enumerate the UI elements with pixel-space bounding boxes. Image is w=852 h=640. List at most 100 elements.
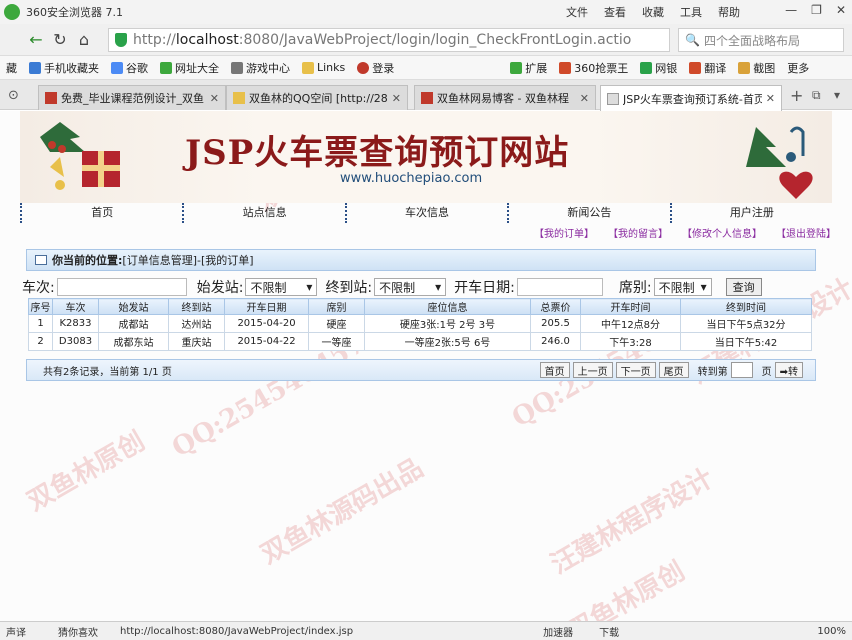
fav-item[interactable]: 更多 [781, 60, 815, 76]
tab-1[interactable]: 免费_毕业课程范例设计_双鱼 ✕ [38, 85, 226, 110]
nav-stations[interactable]: 站点信息 [182, 203, 344, 223]
tab-3[interactable]: 双鱼林网易博客 - 双鱼林程 ✕ [414, 85, 596, 110]
close-icon[interactable]: ✕ [836, 3, 846, 17]
my-orders-link[interactable]: 【我的订单】 [534, 225, 594, 240]
fav-item[interactable]: 手机收藏夹 [23, 60, 105, 76]
end-station-label: 终到站: [325, 280, 373, 296]
address-bar: ← ↻ ⌂ http://localhost:8080/JavaWebProje… [0, 24, 852, 56]
menu-favorites[interactable]: 收藏 [634, 4, 672, 20]
fav-item[interactable]: Links [296, 61, 351, 74]
seat-select[interactable]: 不限制 ▾ [653, 278, 712, 296]
window-controls: — ❐ ✕ [785, 3, 846, 17]
gamepad-icon [231, 61, 243, 74]
google-icon [111, 61, 123, 74]
train-input[interactable] [56, 278, 187, 296]
edit-profile-link[interactable]: 【修改个人信息】 [682, 225, 762, 240]
fav-item[interactable]: 登录 [351, 60, 400, 76]
login-icon [357, 61, 370, 74]
page-icon [45, 92, 57, 104]
home-icon[interactable]: ⌂ [72, 28, 96, 52]
christmas-heart-icon [746, 126, 813, 199]
search-input[interactable]: 🔍 四个全面战略布局 [678, 28, 844, 52]
query-button[interactable]: 查询 [725, 278, 762, 296]
menu-tools[interactable]: 工具 [672, 4, 710, 20]
status-accelerator[interactable]: 加速器 [537, 624, 579, 639]
fav-item[interactable]: 网址大全 [154, 60, 225, 76]
fav-item[interactable]: 截图 [732, 60, 781, 76]
christmas-gift-icon [40, 122, 120, 190]
status-download[interactable]: 下载 [593, 624, 625, 639]
url-input[interactable]: http://localhost:8080/JavaWebProject/log… [108, 28, 670, 52]
watermark: 双鱼林原创 [22, 426, 151, 518]
chevron-down-icon: ▾ [435, 280, 442, 294]
back-icon[interactable]: ← [24, 28, 48, 52]
fav-item[interactable]: 360抢票王 [553, 60, 634, 76]
tab-bar: ⊙ 免费_毕业课程范例设计_双鱼 ✕ 双鱼林的QQ空间 [http://28 ✕… [0, 80, 852, 111]
tab-4-active[interactable]: JSP火车票查询预订系统-首页 ✕ [600, 85, 782, 111]
col-price: 总票价 [530, 298, 581, 315]
chevron-down-icon: ▾ [306, 280, 313, 294]
tab-2[interactable]: 双鱼林的QQ空间 [http://28 ✕ [226, 85, 408, 110]
fav-item[interactable]: 扩展 [504, 60, 553, 76]
chevron-down-icon: ▾ [700, 280, 707, 294]
maximize-icon[interactable]: ❐ [811, 3, 822, 17]
first-page-button[interactable]: 首页 [539, 362, 570, 378]
close-tab-icon[interactable]: ✕ [580, 92, 589, 105]
col-depart-time: 开车时间 [580, 298, 681, 315]
page-number-input[interactable] [730, 362, 753, 378]
browser-menu-bar: 文件 查看 收藏 工具 帮助 [558, 0, 748, 24]
watermark: 汪建林程序设计 [545, 463, 719, 581]
menu-help[interactable]: 帮助 [710, 4, 748, 20]
train-label: 车次: [22, 280, 55, 296]
my-messages-link[interactable]: 【我的留言】 [608, 225, 668, 240]
new-tab-icon[interactable]: + [790, 86, 803, 105]
status-guess[interactable]: 猜你喜欢 [52, 624, 104, 639]
next-page-button[interactable]: 下一页 [615, 362, 656, 378]
nav-register[interactable]: 用户注册 [669, 203, 832, 223]
menu-file[interactable]: 文件 [558, 4, 596, 20]
nav-trains[interactable]: 车次信息 [344, 203, 507, 223]
url-text: http://localhost:8080/JavaWebProject/log… [133, 32, 632, 48]
minimize-icon[interactable]: — [785, 3, 797, 17]
date-input[interactable] [516, 278, 603, 296]
site-title: JSP火车票查询预订网站 [185, 133, 570, 173]
tab-menu-icon[interactable]: ▾ [834, 88, 840, 102]
scissors-icon [738, 61, 751, 74]
close-tab-icon[interactable]: ✕ [766, 92, 775, 105]
fav-item[interactable]: 翻译 [683, 60, 732, 76]
browser-logo-icon [4, 4, 20, 20]
logout-link[interactable]: 【退出登陆】 [776, 225, 836, 240]
fav-item[interactable]: 游戏中心 [225, 60, 296, 76]
prev-page-button[interactable]: 上一页 [572, 362, 613, 378]
browser-titlebar: 360安全浏览器 7.1 文件 查看 收藏 工具 帮助 — ❐ ✕ [0, 0, 852, 24]
table-header-row: 序号 车次 始发站 终到站 开车日期 席别 座位信息 总票价 开车时间 终到时间 [28, 298, 812, 315]
tab-list-icon[interactable]: ⊙ [8, 88, 19, 103]
last-page-button[interactable]: 尾页 [658, 362, 689, 378]
extension-icon [510, 61, 523, 74]
status-translate[interactable]: 声译 [0, 624, 32, 639]
breadcrumb-label: 你当前的位置: [52, 254, 123, 267]
fav-item[interactable]: 谷歌 [105, 60, 154, 76]
close-tab-icon[interactable]: ✕ [210, 92, 219, 105]
nav-news[interactable]: 新闻公告 [507, 203, 669, 223]
user-links: 【我的订单】 【我的留言】 【修改个人信息】 【退出登陆】 [534, 225, 836, 240]
security-shield-icon [115, 33, 127, 47]
go-page-button[interactable]: ➡转 [774, 362, 803, 378]
close-tab-icon[interactable]: ✕ [392, 92, 401, 105]
table-row[interactable]: 1 K2833 成都站 达州站 2015-04-20 硬座 硬座3张:1号 2号… [28, 314, 812, 333]
browser-statusbar: 声译 猜你喜欢 http://localhost:8080/JavaWebPro… [0, 621, 852, 640]
end-station-select[interactable]: 不限制 ▾ [374, 278, 447, 296]
nav-home[interactable]: 首页 [20, 203, 182, 223]
tab-restore-icon[interactable]: ⧉ [812, 88, 821, 103]
status-zoom[interactable]: 100% [811, 626, 852, 637]
menu-view[interactable]: 查看 [596, 4, 634, 20]
fav-item[interactable]: 网银 [634, 60, 683, 76]
browser-title: 360安全浏览器 7.1 [26, 6, 123, 19]
refresh-icon[interactable]: ↻ [48, 28, 72, 52]
fav-item[interactable]: 藏 [0, 60, 23, 76]
site-banner: JSP火车票查询预订网站 www.huochepiao.com [20, 111, 832, 203]
order-filter: 车次: 始发站: 不限制 ▾ 终到站: 不限制 ▾ 开车日期: 席别: 不限制 ▾ 查… [22, 276, 822, 298]
table-row[interactable]: 2 D3083 成都东站 重庆站 2015-04-22 一等座 一等座2张:5号… [28, 332, 812, 351]
seat-label: 席别: [618, 280, 652, 296]
start-station-select[interactable]: 不限制 ▾ [245, 278, 318, 296]
